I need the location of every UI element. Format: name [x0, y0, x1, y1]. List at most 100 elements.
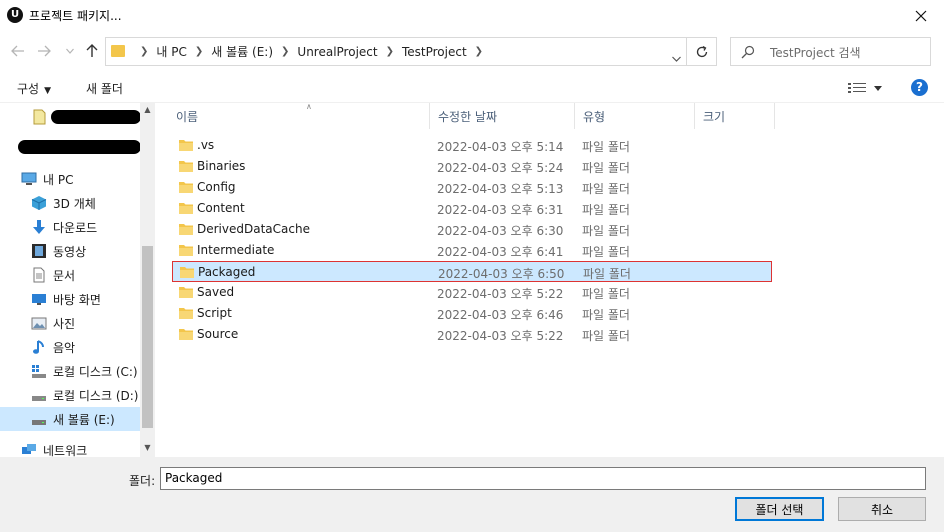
- file-list: ∧ 이름 수정한 날짜 유형 크기 .vs 2022-04-03 오후 5:14 파…: [157, 102, 944, 457]
- redaction-bar: [18, 140, 141, 154]
- music-icon: [31, 339, 47, 355]
- search-icon: [741, 45, 755, 59]
- nav-label: 로컬 디스크 (D:): [53, 388, 139, 403]
- scrollbar-thumb[interactable]: [142, 246, 153, 428]
- file-row[interactable]: Script 2022-04-03 오후 6:46 파일 폴더: [172, 303, 772, 324]
- file-row[interactable]: Config 2022-04-03 오후 5:13 파일 폴더: [172, 177, 772, 198]
- address-bar[interactable]: ❯ 내 PC ❯ 새 볼륨 (E:) ❯ UnrealProject ❯ Tes…: [105, 37, 717, 66]
- file-type: 파일 폴더: [582, 182, 630, 196]
- nav-item-this-pc[interactable]: 내 PC: [0, 167, 140, 191]
- column-name-label: 이름: [176, 109, 199, 124]
- redaction-bar: [51, 110, 141, 124]
- command-toolbar: 구성 ▼ 새 폴더 ?: [0, 71, 944, 103]
- recent-chevron-down-icon[interactable]: [61, 42, 79, 60]
- column-header-date[interactable]: 수정한 날짜: [430, 103, 575, 129]
- nav-label: 동영상: [53, 244, 87, 259]
- nav-item-documents[interactable]: 문서: [0, 263, 140, 287]
- search-input[interactable]: TestProject 검색: [730, 37, 931, 66]
- breadcrumb-testproject[interactable]: TestProject: [402, 45, 467, 59]
- file-type: 파일 폴더: [582, 329, 630, 343]
- nav-item-network[interactable]: 네트워크: [0, 438, 140, 457]
- file-row[interactable]: Saved 2022-04-03 오후 5:22 파일 폴더: [172, 282, 772, 303]
- file-date: 2022-04-03 오후 5:22: [437, 287, 564, 301]
- file-icon: [32, 109, 48, 125]
- breadcrumb-volume-e[interactable]: 새 볼륨 (E:): [211, 43, 273, 60]
- folder-icon: [180, 267, 194, 278]
- search-placeholder: TestProject 검색: [770, 46, 861, 60]
- organize-label: 구성: [17, 82, 40, 96]
- view-options-button[interactable]: [848, 81, 888, 95]
- column-header-name[interactable]: ∧ 이름: [168, 102, 430, 129]
- file-date: 2022-04-03 오후 5:13: [437, 182, 564, 196]
- nav-scrollbar[interactable]: ▲ ▼: [140, 103, 155, 457]
- file-name: Packaged: [198, 265, 256, 279]
- file-type: 파일 폴더: [582, 245, 630, 259]
- nav-item-drive-d[interactable]: 로컬 디스크 (D:): [0, 383, 140, 407]
- file-row[interactable]: DerivedDataCache 2022-04-03 오후 6:30 파일 폴더: [172, 219, 772, 240]
- select-folder-button[interactable]: 폴더 선택: [735, 497, 824, 521]
- breadcrumb-unrealproject[interactable]: UnrealProject: [297, 45, 377, 59]
- drive-icon: [31, 387, 47, 403]
- scroll-up-icon[interactable]: ▲: [140, 105, 155, 117]
- details-view-icon: [848, 83, 866, 93]
- file-name: Content: [197, 201, 245, 215]
- drive-icon: [31, 411, 47, 427]
- breadcrumb-pc[interactable]: 내 PC: [156, 43, 186, 60]
- navigation-pane: 내 PC 3D 개체 다운로드 동영상 문서 바탕 화면 사진 음악 로컬 디스…: [0, 103, 155, 457]
- new-folder-button[interactable]: 새 폴더: [86, 80, 123, 97]
- document-icon: [31, 267, 47, 283]
- video-icon: [31, 243, 47, 259]
- nav-item-desktop[interactable]: 바탕 화면: [0, 287, 140, 311]
- help-icon[interactable]: ?: [911, 79, 928, 96]
- forward-arrow-icon[interactable]: [35, 42, 53, 60]
- nav-label: 네트워크: [43, 443, 88, 458]
- nav-item-pictures[interactable]: 사진: [0, 311, 140, 335]
- file-row[interactable]: .vs 2022-04-03 오후 5:14 파일 폴더: [172, 135, 772, 156]
- close-icon[interactable]: [898, 0, 944, 31]
- column-date-label: 수정한 날짜: [438, 109, 498, 124]
- folder-icon: [179, 224, 193, 235]
- file-row[interactable]: Source 2022-04-03 오후 5:22 파일 폴더: [172, 324, 772, 345]
- file-date: 2022-04-03 오후 6:31: [437, 203, 564, 217]
- file-date: 2022-04-03 오후 5:14: [437, 140, 564, 154]
- nav-item-3d-objects[interactable]: 3D 개체: [0, 191, 140, 215]
- organize-button[interactable]: 구성 ▼: [17, 80, 51, 97]
- folder-icon: [179, 308, 193, 319]
- refresh-icon[interactable]: [686, 37, 716, 66]
- file-type: 파일 폴더: [582, 203, 630, 217]
- nav-label: 다운로드: [53, 220, 98, 235]
- chevron-right-icon: ❯: [281, 46, 290, 57]
- file-type: 파일 폴더: [582, 161, 630, 175]
- nav-item-drive-e[interactable]: 새 볼륨 (E:): [0, 407, 140, 431]
- chevron-right-icon: ❯: [385, 46, 394, 57]
- file-row[interactable]: Packaged 2022-04-03 오후 6:50 파일 폴더: [172, 261, 772, 282]
- nav-item-downloads[interactable]: 다운로드: [0, 215, 140, 239]
- file-name: Saved: [197, 285, 235, 299]
- folder-icon: [111, 45, 125, 57]
- cancel-button[interactable]: 취소: [838, 497, 926, 521]
- scroll-down-icon[interactable]: ▼: [140, 443, 155, 455]
- nav-item-music[interactable]: 음악: [0, 335, 140, 359]
- folder-icon: [179, 203, 193, 214]
- file-row[interactable]: Intermediate 2022-04-03 오후 6:41 파일 폴더: [172, 240, 772, 261]
- caret-down-icon: [874, 85, 882, 91]
- column-header-type[interactable]: 유형: [575, 103, 695, 129]
- file-row[interactable]: Binaries 2022-04-03 오후 5:24 파일 폴더: [172, 156, 772, 177]
- pc-icon: [21, 171, 37, 187]
- nav-label: 음악: [53, 340, 76, 355]
- file-name: Script: [197, 306, 232, 320]
- address-row: ❯ 내 PC ❯ 새 볼륨 (E:) ❯ UnrealProject ❯ Tes…: [0, 31, 944, 71]
- column-header-size[interactable]: 크기: [695, 103, 775, 129]
- file-row[interactable]: Content 2022-04-03 오후 6:31 파일 폴더: [172, 198, 772, 219]
- nav-label: 새 볼륨 (E:): [53, 412, 115, 427]
- caret-down-icon: ▼: [44, 86, 52, 96]
- up-arrow-icon[interactable]: [83, 42, 101, 60]
- back-arrow-icon[interactable]: [9, 42, 27, 60]
- nav-item-videos[interactable]: 동영상: [0, 239, 140, 263]
- file-type: 파일 폴더: [583, 267, 631, 281]
- file-name: Source: [197, 327, 239, 341]
- nav-item-drive-c[interactable]: 로컬 디스크 (C:): [0, 359, 140, 383]
- chevron-right-icon: ❯: [140, 46, 149, 57]
- folder-name-input[interactable]: Packaged: [160, 467, 926, 490]
- nav-label: 내 PC: [43, 172, 74, 187]
